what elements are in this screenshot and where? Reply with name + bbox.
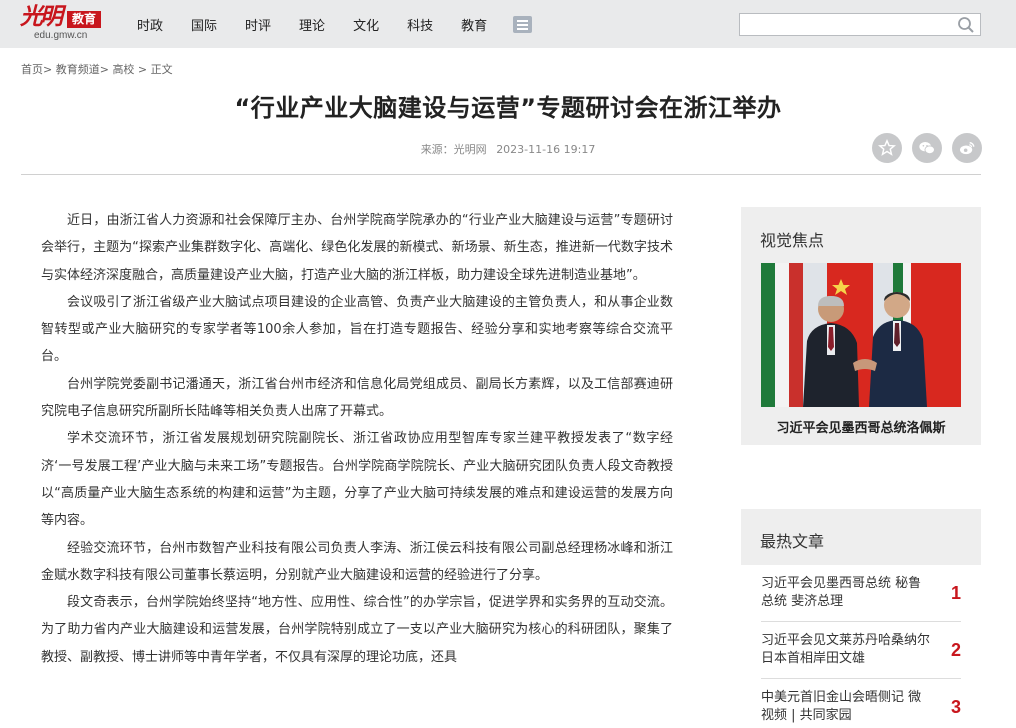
- wechat-icon: [919, 141, 935, 155]
- favorite-share-button[interactable]: [872, 133, 902, 163]
- search-icon[interactable]: [957, 16, 975, 34]
- weibo-icon: [959, 141, 975, 155]
- hot-article-rank: 3: [950, 697, 961, 717]
- hot-article-item[interactable]: 习近平会见文莱苏丹哈桑纳尔 日本首相岸田文雄 2: [761, 622, 961, 679]
- hot-articles-title: 最热文章: [760, 532, 825, 551]
- nav-item-culture[interactable]: 文化: [353, 15, 379, 34]
- hot-article-item[interactable]: 中美元首旧金山会晤侧记 微视频 | 共同家园 3: [761, 679, 961, 728]
- hot-article-text[interactable]: 习近平会见墨西哥总统 秘鲁总统 斐济总理: [761, 575, 931, 611]
- nav-item-commentary[interactable]: 时评: [245, 15, 271, 34]
- weibo-share-button[interactable]: [952, 133, 982, 163]
- focus-caption[interactable]: 习近平会见墨西哥总统洛佩斯: [741, 417, 981, 436]
- hot-article-rank: 2: [950, 640, 961, 660]
- article-paragraph: 会议吸引了浙江省级产业大脑试点项目建设的企业高管、负责产业大脑建设的主管负责人，…: [41, 294, 673, 365]
- hot-articles-list: 习近平会见墨西哥总统 秘鲁总统 斐济总理 1 习近平会见文莱苏丹哈桑纳尔 日本首…: [741, 565, 981, 728]
- nav-item-international[interactable]: 国际: [191, 15, 217, 34]
- wechat-share-button[interactable]: [912, 133, 942, 163]
- focus-photo-image: [761, 263, 961, 407]
- hot-articles-panel: 最热文章: [741, 509, 981, 565]
- article-source: 来源：光明网: [420, 143, 487, 156]
- nav-item-education[interactable]: 教育: [461, 15, 487, 34]
- article-paragraph: 学术交流环节，浙江省发展规划研究院副院长、浙江省政协应用型智库专家兰建平教授发表…: [41, 431, 673, 529]
- hot-article-text[interactable]: 习近平会见文莱苏丹哈桑纳尔 日本首相岸田文雄: [761, 632, 931, 668]
- nav-item-theory[interactable]: 理论: [299, 15, 325, 34]
- visual-focus-title: 视觉焦点: [760, 231, 825, 250]
- article-meta: 来源：光明网 2023-11-16 19:17: [0, 141, 1016, 157]
- focus-photo[interactable]: [761, 263, 961, 407]
- header-divider: [21, 174, 981, 175]
- search-input[interactable]: [746, 14, 956, 36]
- menu-icon[interactable]: [513, 15, 533, 33]
- breadcrumb-home[interactable]: 首页>: [21, 63, 52, 76]
- article-paragraph: 经验交流环节，台州市数智产业科技有限公司负责人李涛、浙江侯云科技有限公司副总经理…: [41, 540, 673, 583]
- search-box: [739, 13, 981, 36]
- article-title: “行业产业大脑建设与运营”专题研讨会在浙江举办: [234, 94, 782, 122]
- logo-brush-text: 光明: [20, 3, 63, 30]
- hot-article-text[interactable]: 中美元首旧金山会晤侧记 微视频 | 共同家园: [761, 689, 931, 725]
- logo-url: edu.gmw.cn: [34, 30, 88, 41]
- breadcrumb-universities[interactable]: 高校 >: [112, 63, 147, 76]
- breadcrumb: 首页> 教育频道> 高校 > 正文: [21, 61, 173, 77]
- site-logo[interactable]: 光明 教育 edu.gmw.cn: [20, 3, 110, 43]
- main-nav: 时政 国际 时评 理论 文化 科技 教育: [137, 0, 533, 48]
- top-bar: 光明 教育 edu.gmw.cn 时政 国际 时评 理论 文化 科技 教育: [0, 0, 1016, 48]
- hot-article-item[interactable]: 习近平会见墨西哥总统 秘鲁总统 斐济总理 1: [761, 565, 961, 622]
- star-icon: [878, 139, 896, 156]
- article-date: 2023-11-16 19:17: [496, 143, 596, 156]
- logo-badge: 教育: [67, 11, 101, 28]
- article-paragraph: 台州学院党委副书记潘通天，浙江省台州市经济和信息化局党组成员、副局长方素辉，以及…: [41, 376, 673, 420]
- breadcrumb-education[interactable]: 教育频道>: [56, 63, 109, 76]
- article-paragraph: 近日，由浙江省人力资源和社会保障厅主办、台州学院商学院承办的“行业产业大脑建设与…: [41, 213, 673, 283]
- nav-item-politics[interactable]: 时政: [137, 15, 163, 34]
- nav-item-tech[interactable]: 科技: [407, 15, 433, 34]
- article-body: 近日，由浙江省人力资源和社会保障厅主办、台州学院商学院承办的“行业产业大脑建设与…: [41, 207, 673, 671]
- breadcrumb-current: 正文: [150, 63, 173, 76]
- article-paragraph: 段文奇表示，台州学院始终坚持“地方性、应用性、综合性”的办学宗旨，促进学界和实务…: [41, 595, 673, 665]
- hot-article-rank: 1: [950, 583, 961, 603]
- visual-focus-panel: 视觉焦点 习近平会见墨西哥总统洛佩斯: [741, 207, 981, 445]
